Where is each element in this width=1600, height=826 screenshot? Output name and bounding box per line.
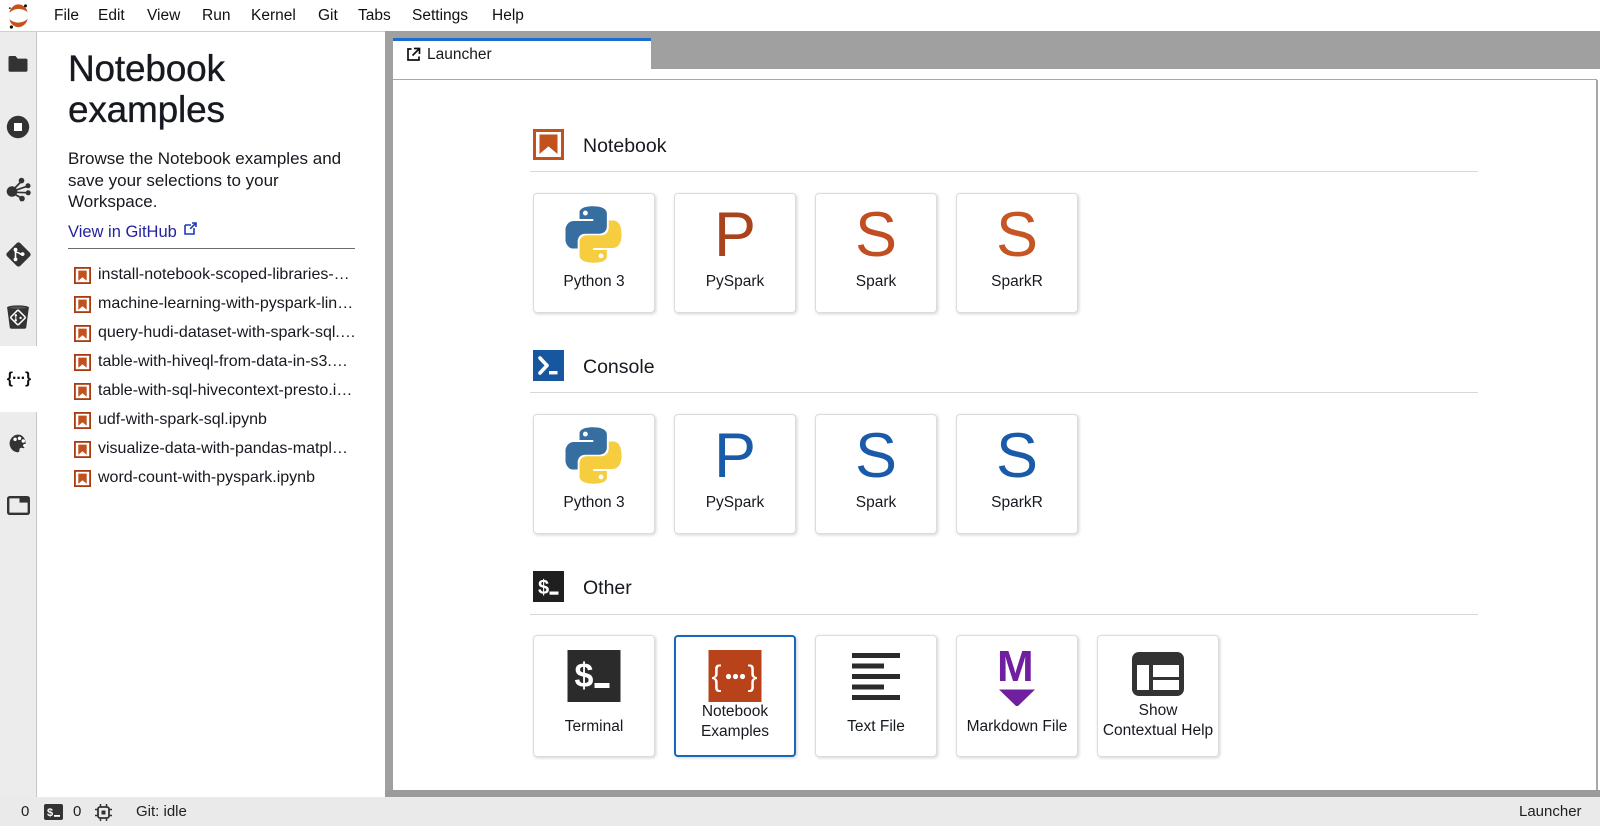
svg-text:{: { (712, 660, 722, 693)
svg-text:$: $ (575, 657, 594, 695)
svg-text:M: M (998, 648, 1034, 691)
svg-text:$: $ (538, 577, 549, 599)
svg-text:$: $ (47, 807, 53, 819)
svg-text:}: } (748, 660, 758, 693)
